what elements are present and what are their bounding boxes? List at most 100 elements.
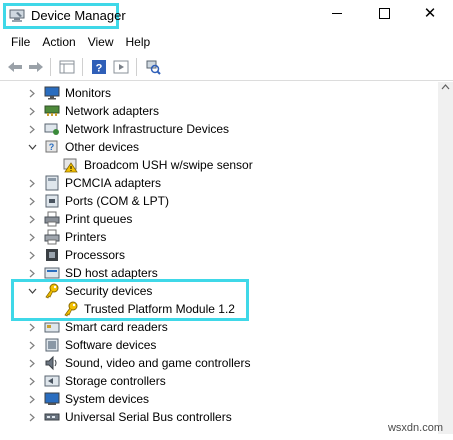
tree-item-label: Print queues [65,212,133,226]
chevron-right-icon[interactable] [26,411,38,423]
tree-item-printers[interactable]: Printers [0,228,438,246]
tree-item-print-queues[interactable]: Print queues [0,210,438,228]
help-icon: ? [92,60,106,75]
toolbar-divider [0,80,453,81]
tree-item-label: Printers [65,230,107,244]
maximize-icon [378,7,390,19]
chevron-right-icon[interactable] [26,213,38,225]
tree-item-network-infrastructure[interactable]: Network Infrastructure Devices [0,120,438,138]
toolbar: ? [0,54,453,80]
network-adapter-icon [44,105,60,116]
tree-item-label: Universal Serial Bus controllers [65,410,232,424]
chevron-right-icon[interactable] [26,123,38,135]
tree-item-label: Smart card readers [65,320,168,334]
menu-action[interactable]: Action [36,32,81,52]
pcmcia-icon [45,175,59,191]
tree-item-label: Network adapters [65,104,160,118]
forward-arrow-icon [29,62,43,72]
show-hide-pane-button[interactable] [112,58,130,76]
scan-hardware-icon [146,60,161,75]
chevron-right-icon[interactable] [26,267,38,279]
tree-item-storage-controllers[interactable]: Storage controllers [0,372,438,390]
tree-item-software-devices[interactable]: Software devices [0,336,438,354]
tree-item-label: Other devices [65,140,140,154]
tree-item-label: Monitors [65,86,112,100]
printer-icon [44,229,60,245]
storage-controller-icon [44,375,60,387]
menu-view[interactable]: View [82,32,120,52]
svg-text:?: ? [96,63,103,75]
speaker-icon [45,355,57,371]
chevron-right-icon[interactable] [26,231,38,243]
smart-card-icon [44,322,60,333]
title-bar[interactable]: Device Manager ✕ [0,0,453,30]
chevron-right-icon[interactable] [26,339,38,351]
chevron-right-icon[interactable] [26,87,38,99]
chevron-right-icon[interactable] [26,249,38,261]
tree-item-label: Storage controllers [65,374,166,388]
chevron-right-icon[interactable] [26,195,38,207]
toolbar-separator [136,58,137,76]
tree-item-label: SD host adapters [65,266,158,280]
security-highlight-box [11,279,249,321]
properties-pane-button[interactable] [58,58,76,76]
menu-help[interactable]: Help [120,32,157,52]
chevron-right-icon[interactable] [26,357,38,369]
close-icon: ✕ [423,5,437,22]
back-arrow-icon [8,62,22,72]
tree-item-label: Software devices [65,338,157,352]
properties-pane-icon [59,60,75,74]
menu-bar: File Action View Help [0,32,156,52]
print-queue-icon [44,211,60,227]
chevron-up-icon [441,84,450,90]
tree-item-label: PCMCIA adapters [65,176,162,190]
tree-item-processors[interactable]: Processors [0,246,438,264]
port-icon [45,194,59,208]
help-button[interactable]: ? [90,58,108,76]
chevron-right-icon[interactable] [26,105,38,117]
menu-file[interactable]: File [0,32,36,52]
warning-device-icon [63,158,78,173]
minimize-icon [332,12,342,14]
tree-item-label: System devices [65,392,150,406]
monitor-icon [44,86,60,100]
processor-icon [46,249,58,261]
tree-item-ports[interactable]: Ports (COM & LPT) [0,192,438,210]
device-manager-window: Device Manager ✕ File Action View Help ? [0,0,453,440]
tree-item-broadcom-ush[interactable]: Broadcom USH w/swipe sensor [0,156,438,174]
svg-text:?: ? [49,142,55,152]
close-button[interactable]: ✕ [407,0,453,26]
network-infrastructure-icon [44,123,59,135]
pane-icon [113,60,129,74]
forward-button[interactable] [27,58,45,76]
tree-item-usb-controllers[interactable]: Universal Serial Bus controllers [0,408,438,426]
tree-item-sound-video-game[interactable]: Sound, video and game controllers [0,354,438,372]
usb-icon [44,413,60,421]
chevron-right-icon[interactable] [26,393,38,405]
tree-item-other-devices[interactable]: ? Other devices [0,138,438,156]
back-button[interactable] [6,58,24,76]
tree-item-label: Broadcom USH w/swipe sensor [84,158,253,172]
window-title: Device Manager [31,8,126,23]
tree-item-pcmcia-adapters[interactable]: PCMCIA adapters [0,174,438,192]
scan-hardware-button[interactable] [144,58,162,76]
tree-item-monitors[interactable]: Monitors [0,84,438,102]
toolbar-separator [82,58,83,76]
minimize-button[interactable] [314,0,360,26]
system-device-icon [44,392,60,405]
unknown-device-icon: ? [45,140,58,153]
tree-item-system-devices[interactable]: System devices [0,390,438,408]
tree-item-network-adapters[interactable]: Network adapters [0,102,438,120]
tree-item-label: Processors [65,248,126,262]
chevron-right-icon[interactable] [26,321,38,333]
software-device-icon [45,338,59,352]
tree-item-label: Network Infrastructure Devices [65,122,230,136]
maximize-button[interactable] [361,0,407,26]
device-tree: Monitors Network adapters Network Infras… [0,82,438,434]
chevron-right-icon[interactable] [26,177,38,189]
chevron-right-icon[interactable] [26,375,38,387]
scroll-up-button[interactable] [438,84,453,96]
toolbar-separator [50,58,51,76]
vertical-scrollbar[interactable] [438,82,453,434]
chevron-down-icon[interactable] [26,141,38,153]
